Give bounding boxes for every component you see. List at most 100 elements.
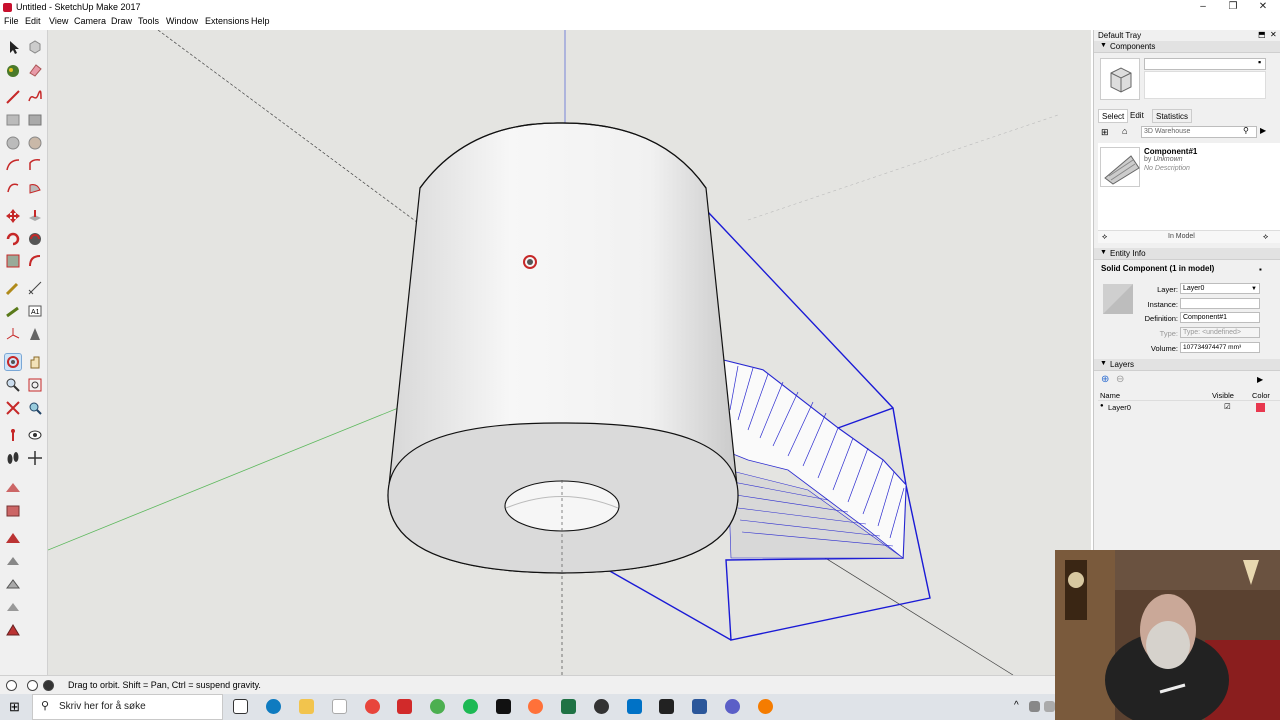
3d-text-icon[interactable] <box>27 326 43 342</box>
minimize-button[interactable]: – <box>1188 0 1218 15</box>
tray-chevron-icon[interactable]: ^ <box>1014 700 1019 711</box>
app-icon[interactable] <box>659 699 674 714</box>
file-explorer-icon[interactable] <box>299 699 314 714</box>
material-swatch[interactable] <box>1103 284 1133 314</box>
delete-layer-icon[interactable]: ⊖ <box>1116 374 1124 385</box>
entity-info-panel-header[interactable]: ▼ Entity Info <box>1094 248 1280 260</box>
rotate-icon[interactable] <box>5 231 21 247</box>
menu-help[interactable]: Help <box>251 16 270 26</box>
two-point-arc-icon[interactable] <box>27 157 43 173</box>
sandbox-scratch-icon[interactable] <box>5 503 21 519</box>
tab-select[interactable]: Select <box>1098 109 1129 123</box>
chrome-profile-icon[interactable] <box>430 699 445 714</box>
outlook-icon[interactable] <box>627 699 642 714</box>
layer-visible-checkbox[interactable]: ☑ <box>1224 402 1231 411</box>
excel-icon[interactable] <box>561 699 576 714</box>
menu-camera[interactable]: Camera <box>74 16 106 26</box>
previous-view-icon[interactable] <box>27 400 43 416</box>
menu-window[interactable]: Window <box>166 16 198 26</box>
menu-file[interactable]: File <box>4 16 19 26</box>
layer-color-swatch[interactable] <box>1256 403 1265 412</box>
layer-row[interactable]: ● Layer0 ☑ <box>1098 402 1280 414</box>
dimension-icon[interactable] <box>27 280 43 296</box>
push-pull-icon[interactable] <box>27 208 43 224</box>
tray-close-icon[interactable]: ✕ <box>1270 30 1277 39</box>
col-color[interactable]: Color <box>1252 391 1270 400</box>
instance-input[interactable] <box>1180 298 1260 309</box>
word-icon[interactable] <box>692 699 707 714</box>
sandbox-contours-icon[interactable] <box>5 480 21 496</box>
component-thumbnail[interactable] <box>1100 147 1140 187</box>
menu-view[interactable]: View <box>49 16 68 26</box>
windows-start-icon[interactable]: ⊞ <box>9 699 20 715</box>
zoom-window-icon[interactable] <box>27 377 43 393</box>
layer-row-name[interactable]: Layer0 <box>1108 403 1131 412</box>
text-tool-icon[interactable]: A1 <box>27 303 43 319</box>
line-tool-icon[interactable] <box>5 89 21 105</box>
store-icon[interactable] <box>332 699 347 714</box>
section-plane-icon[interactable] <box>27 450 43 466</box>
taskbar-search-box[interactable]: ⚲ Skriv her for å søke <box>32 694 223 720</box>
active-layer-dot-icon[interactable]: ● <box>1100 403 1104 409</box>
geo-location-icon[interactable] <box>6 680 17 691</box>
smoove-icon[interactable] <box>5 530 21 546</box>
freehand-icon[interactable] <box>27 89 43 105</box>
layers-panel-header[interactable]: ▼ Layers <box>1094 359 1280 371</box>
arc-icon[interactable] <box>5 157 21 173</box>
view-options-icon[interactable]: ⊞ <box>1101 127 1109 138</box>
select-tool-icon[interactable] <box>5 39 21 55</box>
vpn-icon[interactable] <box>758 699 773 714</box>
paint-bucket-icon[interactable] <box>5 62 21 78</box>
component-item-name[interactable]: Component#1 <box>1144 147 1197 156</box>
warehouse-search-input[interactable]: 3D Warehouse <box>1141 126 1257 138</box>
col-visible[interactable]: Visible <box>1212 391 1234 400</box>
protractor-icon[interactable] <box>5 303 21 319</box>
layer-select[interactable]: Layer0 ▼ <box>1180 283 1260 294</box>
credits-icon[interactable] <box>27 680 38 691</box>
edge-browser-icon[interactable] <box>266 699 281 714</box>
user-icon[interactable] <box>43 680 54 691</box>
make-component-icon[interactable] <box>27 39 43 55</box>
menu-extensions[interactable]: Extensions <box>205 16 249 26</box>
eraser-icon[interactable] <box>27 62 43 78</box>
walk-icon[interactable] <box>5 450 21 466</box>
drape-icon[interactable] <box>5 576 21 592</box>
rectangle-icon[interactable] <box>5 112 21 128</box>
offset-icon[interactable] <box>27 253 43 269</box>
pan-icon[interactable] <box>27 354 43 370</box>
tab-edit[interactable]: Edit <box>1127 109 1147 123</box>
component-name-field[interactable] <box>1144 58 1266 70</box>
look-around-icon[interactable] <box>27 427 43 443</box>
spotify-icon[interactable] <box>463 699 478 714</box>
menu-draw[interactable]: Draw <box>111 16 132 26</box>
sketchup-taskbar-icon[interactable] <box>397 699 412 714</box>
layers-details-icon[interactable]: ▶ <box>1257 375 1263 384</box>
polygon-icon[interactable] <box>27 135 43 151</box>
zoom-extents-icon[interactable] <box>5 400 21 416</box>
col-name[interactable]: Name <box>1100 391 1120 400</box>
scale-icon[interactable] <box>5 253 21 269</box>
three-point-arc-icon[interactable] <box>5 180 21 196</box>
tray-app-icon[interactable] <box>1029 701 1040 712</box>
orbit-icon[interactable] <box>4 353 22 371</box>
details-icon[interactable]: ▪ <box>1258 57 1261 67</box>
tab-statistics[interactable]: Statistics <box>1152 109 1193 123</box>
firefox-icon[interactable] <box>528 699 543 714</box>
flip-edge-icon[interactable] <box>5 622 21 638</box>
pie-icon[interactable] <box>27 180 43 196</box>
definition-input[interactable]: Component#1 <box>1180 312 1260 323</box>
search-icon[interactable]: ⚲ <box>1243 126 1249 135</box>
zoom-icon[interactable] <box>5 377 21 393</box>
navigate-forward-icon[interactable]: ▶ <box>1260 126 1266 135</box>
lock-icon[interactable]: ▪ <box>1259 265 1262 274</box>
details-arrow-icon[interactable]: ⟡ <box>1263 232 1268 242</box>
obs-icon[interactable] <box>594 699 609 714</box>
media-app-icon[interactable] <box>496 699 511 714</box>
stamp-icon[interactable] <box>5 553 21 569</box>
pin-icon[interactable]: ⬒ <box>1258 30 1266 39</box>
follow-me-icon[interactable] <box>27 231 43 247</box>
close-button[interactable]: ✕ <box>1248 0 1278 15</box>
move-tool-icon[interactable] <box>5 208 21 224</box>
add-layer-icon[interactable]: ⊕ <box>1101 374 1109 385</box>
back-arrow-icon[interactable]: ⟡ <box>1102 232 1107 242</box>
